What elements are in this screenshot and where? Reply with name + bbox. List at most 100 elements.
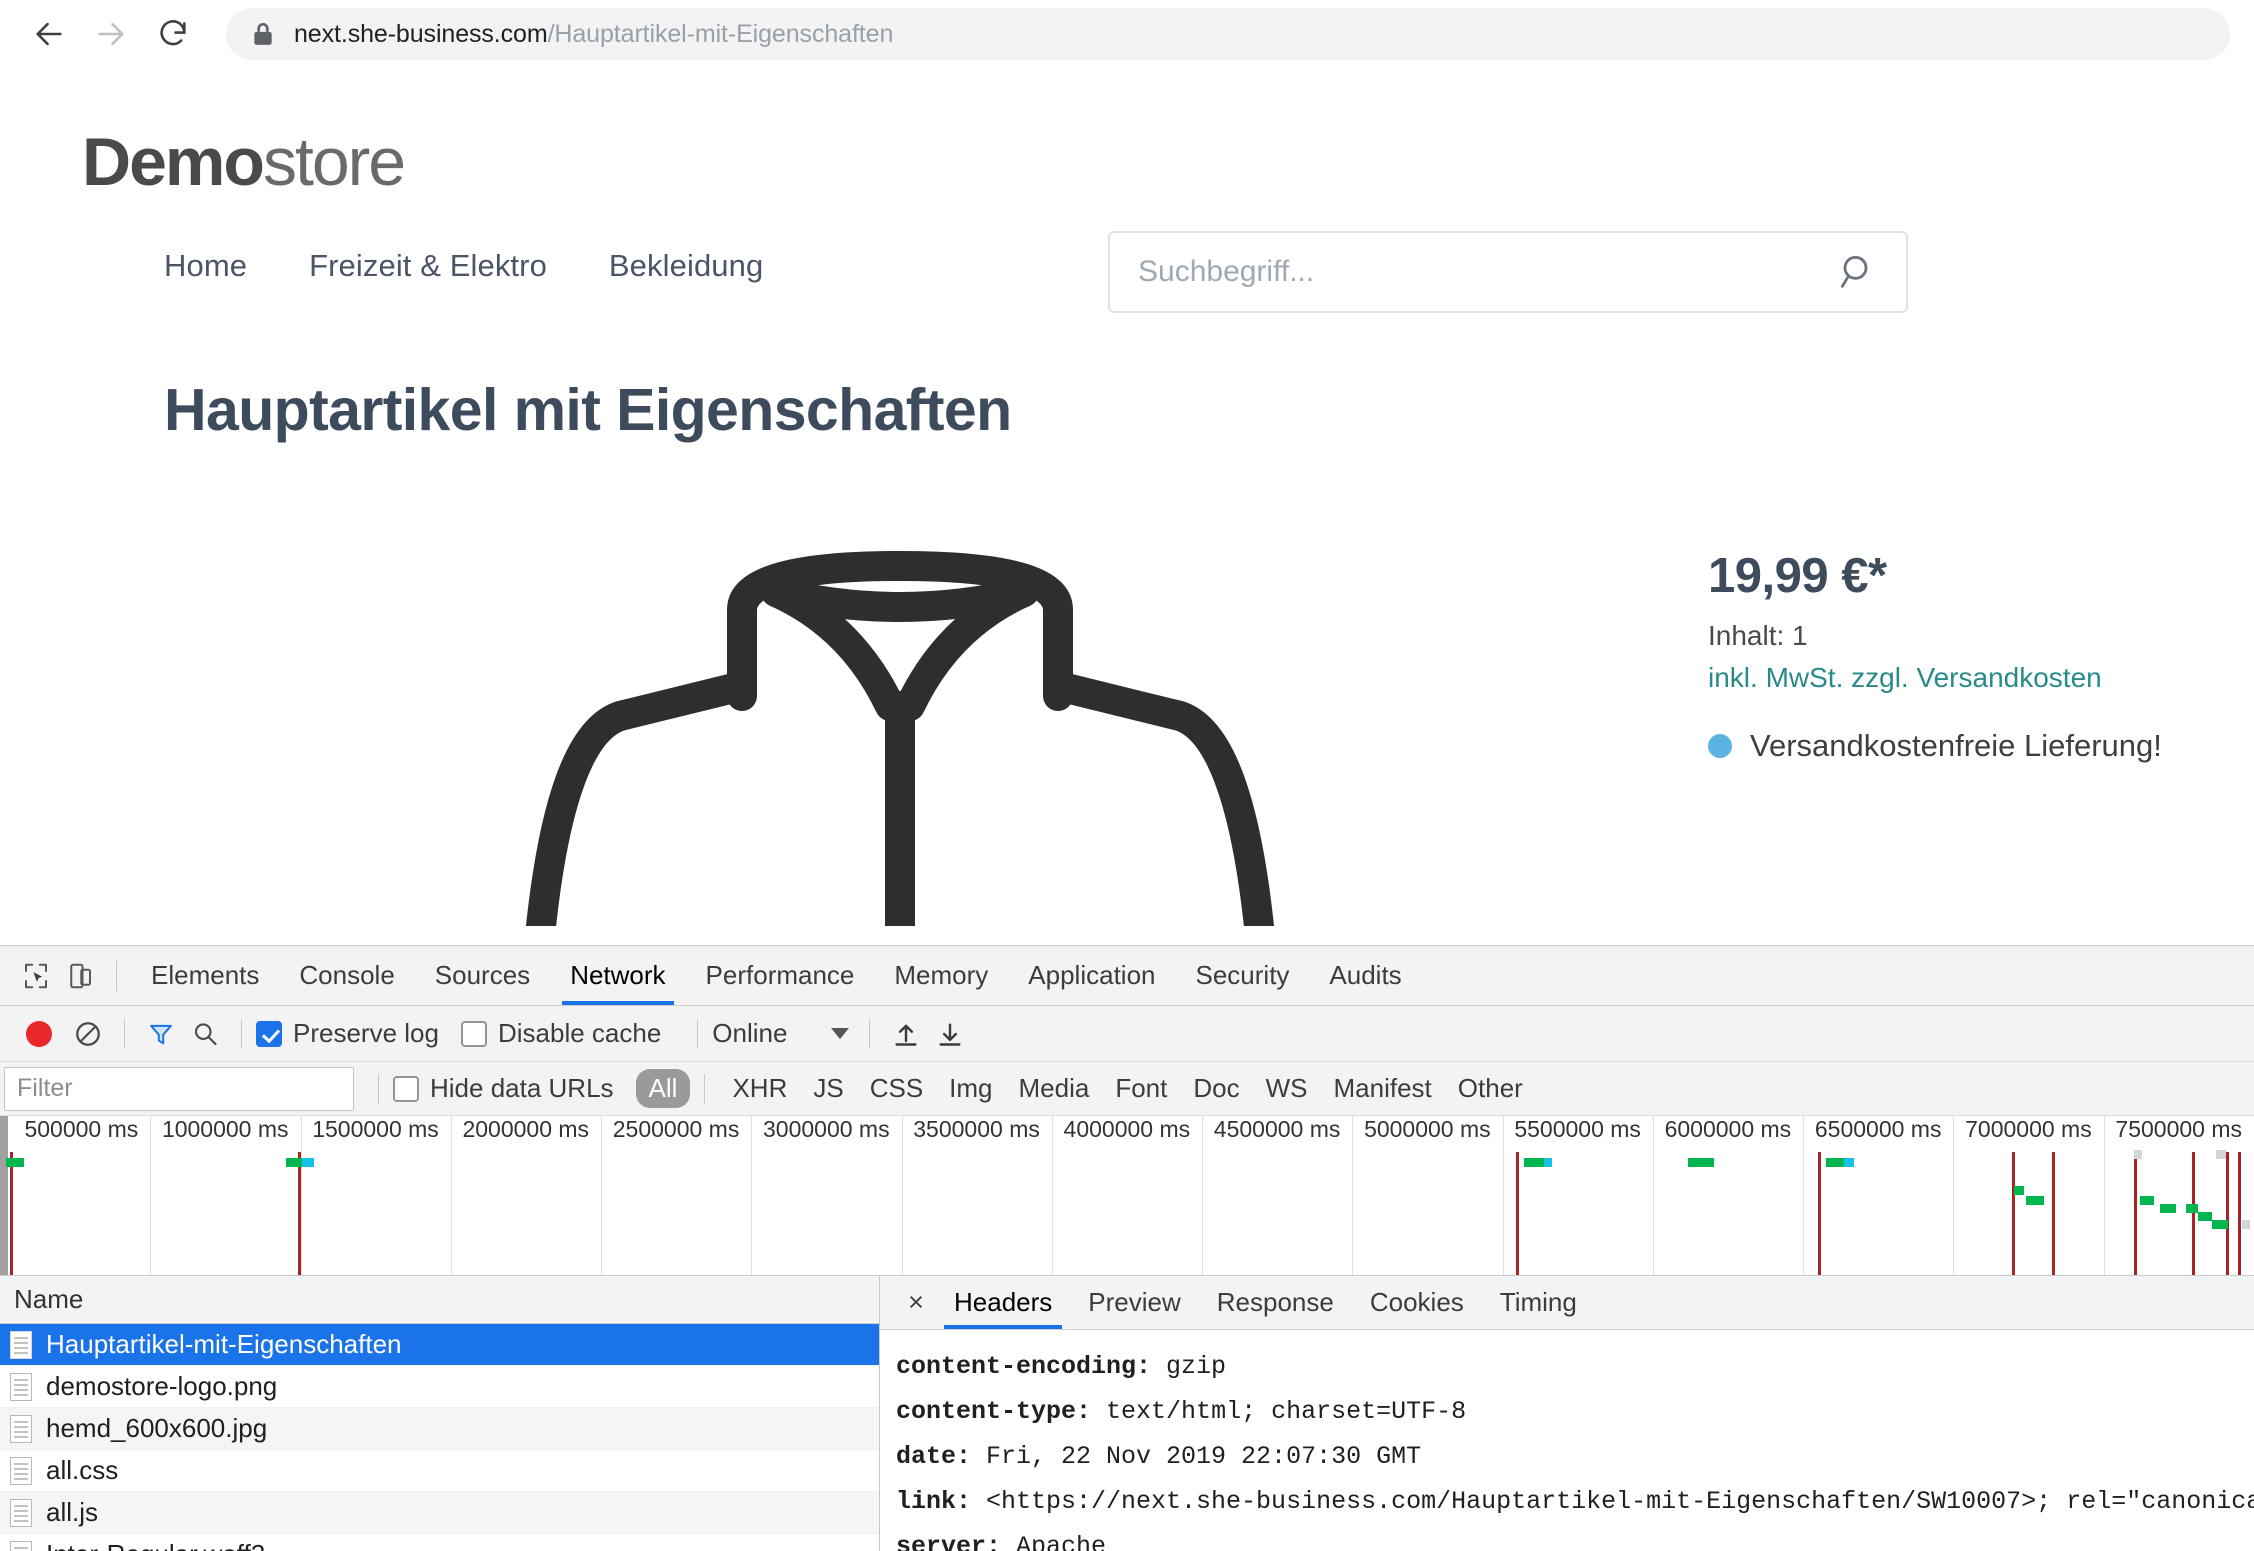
detail-tab-preview[interactable]: Preview bbox=[1070, 1276, 1198, 1329]
timeline-gridline bbox=[451, 1116, 452, 1275]
request-column-header[interactable]: Name bbox=[0, 1276, 879, 1324]
image-icon bbox=[10, 1415, 32, 1443]
tab-performance[interactable]: Performance bbox=[686, 946, 875, 1005]
filter-type-img[interactable]: Img bbox=[936, 1069, 1005, 1108]
tab-security[interactable]: Security bbox=[1176, 946, 1310, 1005]
request-name: all.js bbox=[46, 1497, 98, 1528]
import-har-button[interactable] bbox=[884, 1012, 928, 1056]
timeline-gridline bbox=[601, 1116, 602, 1275]
forward-button[interactable] bbox=[80, 3, 142, 65]
detail-tab-headers[interactable]: Headers bbox=[936, 1276, 1070, 1329]
tab-sources[interactable]: Sources bbox=[415, 946, 550, 1005]
shipping-note: Versandkostenfreie Lieferung! bbox=[1750, 728, 2162, 764]
filter-type-other[interactable]: Other bbox=[1445, 1069, 1536, 1108]
search-input[interactable] bbox=[1138, 255, 1838, 289]
url-domain: next.she-business.com bbox=[294, 20, 548, 48]
nav-item-bekleidung[interactable]: Bekleidung bbox=[609, 248, 763, 284]
reload-icon bbox=[156, 17, 190, 51]
hide-data-urls-box[interactable] bbox=[393, 1076, 419, 1102]
disable-cache-checkbox[interactable]: Disable cache bbox=[461, 1018, 661, 1049]
devtools-panel: Elements Console Sources Network Perform… bbox=[0, 945, 2254, 1550]
request-row[interactable]: hemd_600x600.jpg bbox=[0, 1408, 879, 1450]
reload-button[interactable] bbox=[142, 3, 204, 65]
header-row: link: <https://next.she-business.com/Hau… bbox=[896, 1479, 2254, 1524]
record-button[interactable] bbox=[26, 1021, 52, 1047]
tab-network[interactable]: Network bbox=[550, 946, 685, 1005]
devtools-tabstrip: Elements Console Sources Network Perform… bbox=[0, 946, 2254, 1006]
shop-header: Demostore Home Freizeit & Elektro Beklei… bbox=[0, 68, 2254, 444]
tab-application[interactable]: Application bbox=[1008, 946, 1175, 1005]
timeline-tick-label: 500000 ms bbox=[24, 1116, 150, 1143]
waterfall-bar bbox=[2014, 1186, 2024, 1195]
document-icon bbox=[10, 1331, 32, 1359]
search-icon[interactable] bbox=[1838, 252, 1878, 292]
hide-data-urls-checkbox[interactable]: Hide data URLs bbox=[393, 1073, 614, 1104]
request-row[interactable]: Hauptartikel-mit-Eigenschaften bbox=[0, 1324, 879, 1366]
filter-type-all[interactable]: All bbox=[636, 1069, 691, 1108]
request-row[interactable]: all.js bbox=[0, 1492, 879, 1534]
logo-bold: Demo bbox=[82, 124, 263, 200]
filter-input[interactable] bbox=[4, 1067, 354, 1111]
nav-item-freizeit[interactable]: Freizeit & Elektro bbox=[309, 248, 547, 284]
waterfall-request-line bbox=[2012, 1152, 2015, 1276]
inspect-element-button[interactable] bbox=[14, 954, 58, 998]
filter-type-js[interactable]: JS bbox=[800, 1069, 856, 1108]
cursor-inspect-icon bbox=[21, 961, 51, 991]
waterfall-bar bbox=[1544, 1158, 1552, 1167]
export-har-button[interactable] bbox=[928, 1012, 972, 1056]
filter-toggle-button[interactable] bbox=[139, 1012, 183, 1056]
disable-cache-box[interactable] bbox=[461, 1021, 487, 1047]
tab-audits[interactable]: Audits bbox=[1309, 946, 1421, 1005]
filter-type-css[interactable]: CSS bbox=[857, 1069, 936, 1108]
search-requests-button[interactable] bbox=[183, 1012, 227, 1056]
detail-tab-timing[interactable]: Timing bbox=[1482, 1276, 1595, 1329]
filter-type-font[interactable]: Font bbox=[1102, 1069, 1180, 1108]
waterfall-request-line bbox=[1818, 1152, 1821, 1276]
header-value: Fri, 22 Nov 2019 22:07:30 GMT bbox=[986, 1442, 1421, 1471]
forward-arrow-icon bbox=[94, 17, 128, 51]
request-row[interactable]: Inter-Regular.woff2 bbox=[0, 1534, 879, 1551]
network-overview-timeline[interactable]: 500000 ms1000000 ms1500000 ms2000000 ms2… bbox=[0, 1116, 2254, 1276]
url-path: /Hauptartikel-mit-Eigenschaften bbox=[548, 20, 894, 48]
tab-elements[interactable]: Elements bbox=[131, 946, 279, 1005]
timeline-gridline bbox=[751, 1116, 752, 1275]
back-button[interactable] bbox=[18, 3, 80, 65]
nav-item-home[interactable]: Home bbox=[164, 248, 247, 284]
filter-type-manifest[interactable]: Manifest bbox=[1321, 1069, 1445, 1108]
detail-tab-cookies[interactable]: Cookies bbox=[1352, 1276, 1482, 1329]
overview-left-handle[interactable] bbox=[0, 1116, 8, 1275]
tax-note[interactable]: inkl. MwSt. zzgl. Versandkosten bbox=[1708, 662, 2228, 694]
clear-button[interactable] bbox=[66, 1012, 110, 1056]
throttle-dropdown[interactable]: Online bbox=[712, 1018, 849, 1049]
waterfall-bar bbox=[2140, 1196, 2154, 1205]
search-box[interactable] bbox=[1108, 231, 1908, 313]
request-row[interactable]: demostore-logo.png bbox=[0, 1366, 879, 1408]
filter-type-xhr[interactable]: XHR bbox=[719, 1069, 800, 1108]
shop-logo[interactable]: Demostore bbox=[82, 128, 404, 196]
header-row: content-encoding: gzip bbox=[896, 1344, 2254, 1389]
preserve-log-box[interactable] bbox=[256, 1021, 282, 1047]
waterfall-bar bbox=[2186, 1204, 2198, 1213]
waterfall-bar bbox=[2160, 1204, 2176, 1213]
address-bar[interactable]: next.she-business.com/Hauptartikel-mit-E… bbox=[226, 8, 2230, 60]
timeline-tick-label: 4000000 ms bbox=[1064, 1116, 1203, 1143]
close-icon[interactable]: × bbox=[896, 1287, 936, 1318]
toolbar-divider bbox=[116, 961, 117, 991]
page-viewport: Demostore Home Freizeit & Elektro Beklei… bbox=[0, 68, 2254, 945]
timeline-gridline bbox=[1503, 1116, 1504, 1275]
header-value: <https://next.she-business.com/Hauptarti… bbox=[986, 1487, 2254, 1516]
tab-console[interactable]: Console bbox=[279, 946, 414, 1005]
device-toolbar-button[interactable] bbox=[58, 954, 102, 998]
preserve-log-checkbox[interactable]: Preserve log bbox=[256, 1018, 439, 1049]
detail-tab-response[interactable]: Response bbox=[1199, 1276, 1352, 1329]
waterfall-request-line bbox=[2238, 1152, 2241, 1276]
product-shirt-image[interactable] bbox=[480, 506, 1320, 926]
tab-memory[interactable]: Memory bbox=[874, 946, 1008, 1005]
lock-icon bbox=[252, 21, 274, 47]
filter-type-doc[interactable]: Doc bbox=[1180, 1069, 1252, 1108]
image-icon bbox=[10, 1373, 32, 1401]
filter-type-media[interactable]: Media bbox=[1006, 1069, 1103, 1108]
filter-type-ws[interactable]: WS bbox=[1253, 1069, 1321, 1108]
request-row[interactable]: all.css bbox=[0, 1450, 879, 1492]
request-detail-panel: × Headers Preview Response Cookies Timin… bbox=[880, 1276, 2254, 1551]
